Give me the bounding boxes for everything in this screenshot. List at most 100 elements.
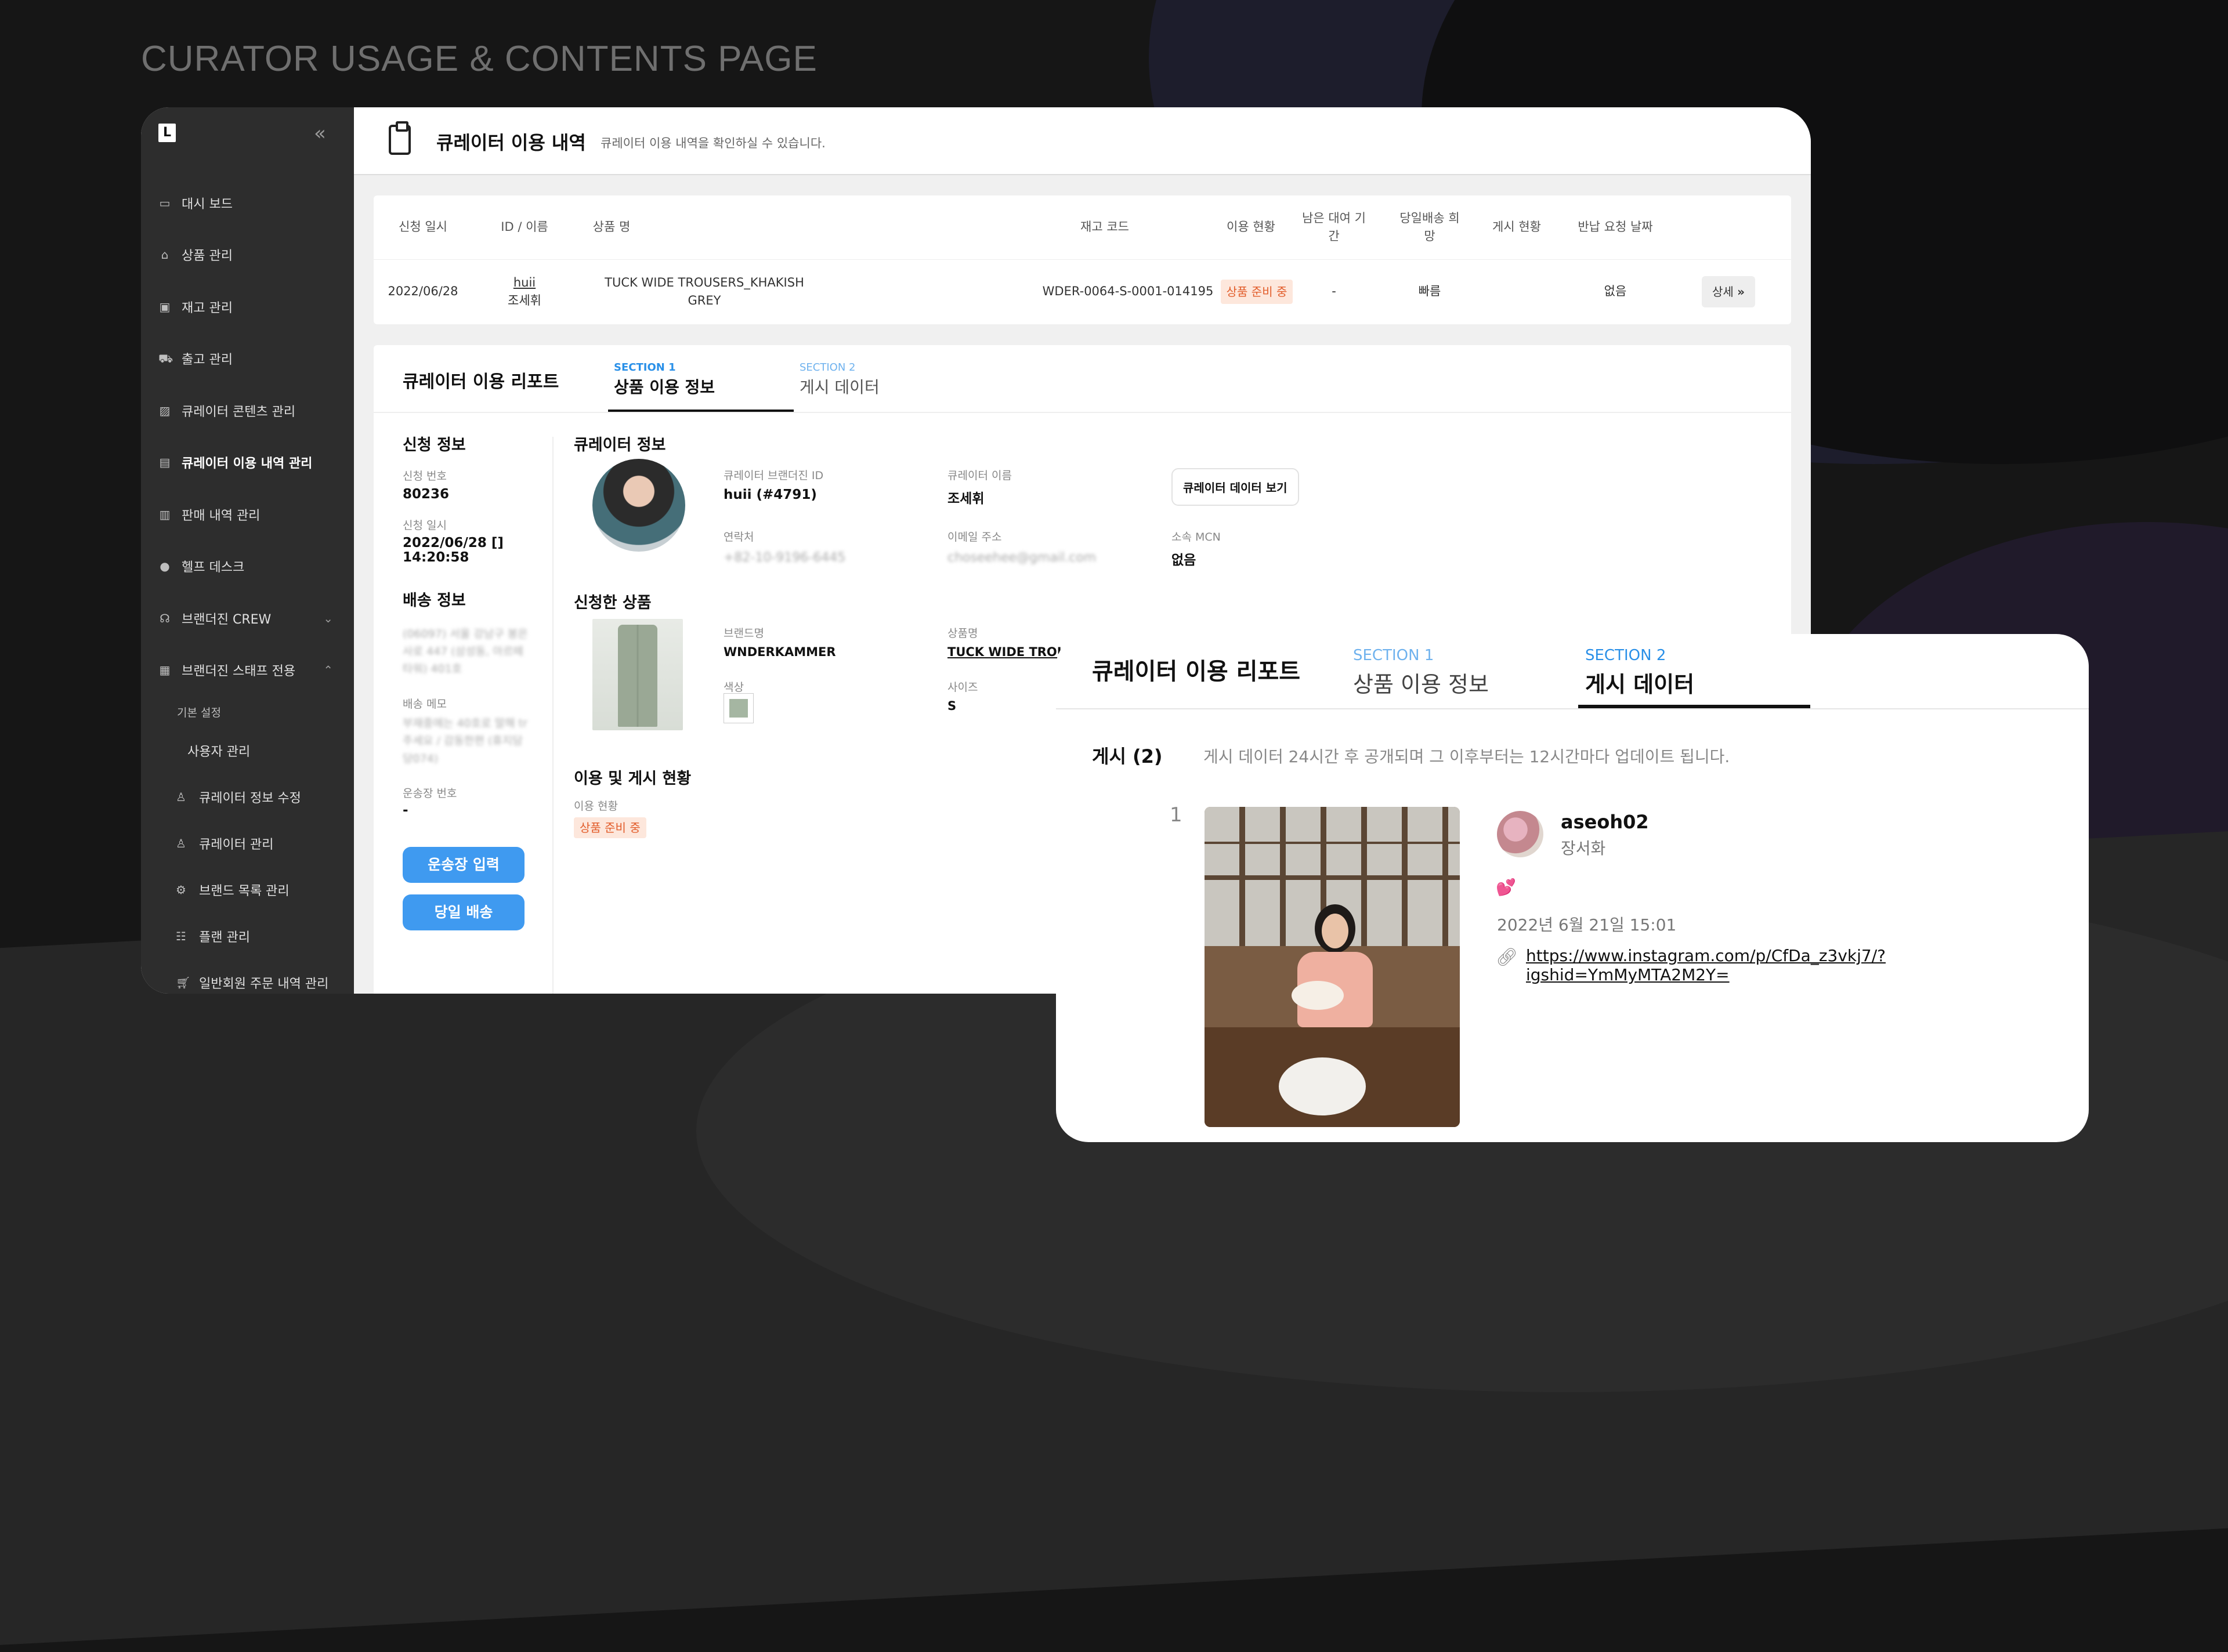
curator-avatar: [592, 459, 685, 552]
contact-label: 연락처: [724, 531, 754, 544]
column-header: 상품 명: [592, 220, 631, 234]
post-real-name: 장서화: [1561, 839, 1606, 858]
sidebar-subitem-plans[interactable]: ☷ 플랜 관리: [141, 913, 354, 959]
usage-heading: 이용 및 게시 현황: [574, 770, 692, 788]
cell-id-name: huii 조세휘: [495, 259, 554, 324]
sidebar-item-products[interactable]: ⌂ 상품 관리: [141, 229, 354, 281]
sidebar-subitem-orders[interactable]: 🛒︎ 일반회원 주문 내역 관리: [141, 959, 354, 994]
brand-name-label: 브랜드명: [724, 627, 764, 640]
brand-name-value: WNDERKAMMER: [724, 645, 836, 659]
overlay-tabs: 큐레이터 이용 리포트 SECTION 1 상품 이용 정보 SECTION 2…: [1056, 634, 2089, 709]
sidebar-item-label: 일반회원 주문 내역 관리: [199, 977, 329, 991]
sidebar-item-shipping[interactable]: ⛟ 출고 관리: [141, 333, 354, 385]
sidebar-item-curator-contents[interactable]: ▨ 큐레이터 콘텐츠 관리: [141, 385, 354, 437]
sidebar-item-label: 브랜더진 CREW: [182, 612, 272, 627]
shipping-heading: 배송 정보: [403, 591, 466, 610]
sidebar-item-label: 큐레이터 정보 수정: [199, 791, 301, 806]
sidebar-item-label: 출고 관리: [182, 353, 233, 368]
column-header: ID / 이름: [501, 220, 548, 234]
active-tab-indicator: [1578, 705, 1810, 708]
curator-id-link[interactable]: huii: [513, 274, 536, 292]
info-icon: ●: [160, 559, 170, 574]
shipping-address: (06097) 서울 강남구 봉은사로 447 (삼성동, 아르떼 타워) 40…: [403, 627, 528, 676]
column-header: 반납 요청 날짜: [1578, 220, 1653, 234]
post-note: 게시 데이터 24시간 후 공개되며 그 이후부터는 12시간마다 업데이트 됩…: [1203, 747, 1730, 766]
mcn-value: 없음: [1171, 553, 1196, 568]
tracking-input-button[interactable]: 운송장 입력: [403, 846, 525, 883]
tab-section-2[interactable]: SECTION 2 게시 데이터: [800, 361, 880, 398]
cell-post-status: [1482, 259, 1551, 324]
sidebar-subitem-curator-edit[interactable]: ♙ 큐레이터 정보 수정: [141, 774, 354, 820]
cell-stock-code: WDER-0064-S-0001-014195: [1042, 284, 1214, 299]
tab-name: 상품 이용 정보: [614, 378, 715, 397]
gears-icon: ⚙: [176, 883, 186, 897]
column-header: 게시 현황: [1492, 220, 1541, 234]
post-username: aseoh02: [1561, 811, 1649, 833]
tracking-value: -: [403, 802, 408, 818]
sidebar-item-staff[interactable]: ▦ 브랜더진 스태프 전용 ⌃: [141, 644, 354, 697]
double-chevron-right-icon: »: [1737, 285, 1745, 299]
application-date-day: 2022/06/28 []: [403, 535, 504, 550]
post-url-link[interactable]: https://www.instagram.com/p/CfDa_z3vkj7/…: [1526, 946, 2089, 984]
chevron-up-icon: ⌃: [323, 663, 333, 678]
sidebar-subitem-brands[interactable]: ⚙ 브랜드 목록 관리: [141, 867, 354, 913]
column-header: 신청 일시: [399, 220, 447, 234]
product-image: [592, 619, 683, 730]
link-icon: 🔗︎: [1496, 947, 1518, 968]
headset-icon: ☊: [160, 611, 170, 625]
topbar-subtitle: 큐레이터 이용 내역을 확인하실 수 있습니다.: [601, 136, 826, 150]
image-icon: ▨: [159, 403, 171, 418]
post-photo[interactable]: [1205, 807, 1460, 1127]
sidebar-item-label: 헬프 데스크: [182, 560, 245, 575]
tab-name: 상품 이용 정보: [1353, 672, 1489, 697]
sidebar-subitem-users[interactable]: 사용자 관리: [141, 727, 354, 774]
sidebar-item-curator-usage[interactable]: ▤ 큐레이터 이용 내역 관리: [141, 437, 354, 489]
color-swatch: [724, 693, 754, 723]
collapse-sidebar-icon[interactable]: «: [314, 122, 326, 145]
shipping-memo-label: 배송 메모: [403, 697, 447, 711]
page-title: CURATOR USAGE & CONTENTS PAGE: [141, 39, 818, 79]
topbar: 큐레이터 이용 내역 큐레이터 이용 내역을 확인하실 수 있습니다.: [354, 107, 1811, 175]
sidebar-item-crew[interactable]: ☊ 브랜더진 CREW ⌄: [141, 592, 354, 644]
sidebar-subitem-curator-manage[interactable]: ♙ 큐레이터 관리: [141, 820, 354, 867]
color-label: 색상: [724, 681, 744, 694]
tab-section-1[interactable]: SECTION 1 상품 이용 정보: [1353, 647, 1489, 698]
email-value: choseehee@gmail.com: [947, 550, 1097, 565]
sidebar: L « ▭ 대시 보드 ⌂ 상품 관리 ▣ 재고 관리 ⛟ 출고 관리 ▨ 큐레이터 콘텐…: [141, 107, 354, 994]
curator-heading: 큐레이터 정보: [574, 436, 666, 454]
table-row[interactable]: 2022/06/28 huii 조세휘 TUCK WIDE TROUSERS_K…: [374, 259, 1791, 324]
active-tab-indicator: [608, 410, 794, 412]
cart-icon: 🛒︎: [176, 976, 191, 990]
curator-data-button[interactable]: 큐레이터 데이터 보기: [1171, 468, 1299, 506]
post-user-avatar: [1497, 811, 1543, 857]
post-heading: 게시 (2): [1092, 745, 1163, 767]
same-day-delivery-button[interactable]: 당일 배송: [403, 894, 525, 930]
usage-status-label: 이용 현황: [574, 800, 618, 813]
sidebar-item-inventory[interactable]: ▣ 재고 관리: [141, 281, 354, 333]
column-header: 재고 코드: [1080, 220, 1129, 234]
cell-date: 2022/06/28: [388, 284, 458, 299]
receipt-icon: ▥: [159, 507, 171, 521]
user-icon: ♙: [176, 790, 186, 804]
shipping-memo: 부재중에는 40호로 말해 tr 주세요 / 감동한편 (휴지담당074): [403, 716, 527, 765]
tab-section-label: SECTION 1: [614, 361, 676, 374]
report-overlay-panel: 큐레이터 이용 리포트 SECTION 1 상품 이용 정보 SECTION 2…: [1056, 634, 2089, 1142]
cell-same-day: 빠름: [1418, 284, 1441, 299]
curator-name-label: 큐레이터 이름: [947, 469, 1012, 482]
tab-section-label: SECTION 2: [1585, 647, 1666, 664]
logo[interactable]: L: [158, 124, 176, 142]
post-caption: 💕: [1496, 878, 1516, 897]
tab-section-2[interactable]: SECTION 2 게시 데이터: [1585, 647, 1694, 698]
cell-status: 상품 준비 중: [1216, 259, 1297, 324]
sidebar-item-label: 재고 관리: [182, 300, 233, 316]
sidebar-item-sales[interactable]: ▥ 판매 내역 관리: [141, 488, 354, 541]
detail-button[interactable]: 상세 »: [1701, 276, 1756, 307]
status-badge: 상품 준비 중: [1220, 280, 1293, 304]
cell-detail: 상세 »: [1694, 259, 1763, 324]
grid-icon: ▦: [159, 663, 171, 678]
sidebar-item-helpdesk[interactable]: ● 헬프 데스크: [141, 541, 354, 593]
sidebar-item-label: 큐레이터 이용 내역 관리: [182, 457, 313, 472]
sidebar-item-dashboard[interactable]: ▭ 대시 보드: [141, 177, 354, 229]
tab-section-1[interactable]: SECTION 1 상품 이용 정보: [614, 361, 715, 398]
table-header: 신청 일시 ID / 이름 상품 명 재고 코드 이용 현황 남은 대여 기간 …: [374, 195, 1791, 260]
